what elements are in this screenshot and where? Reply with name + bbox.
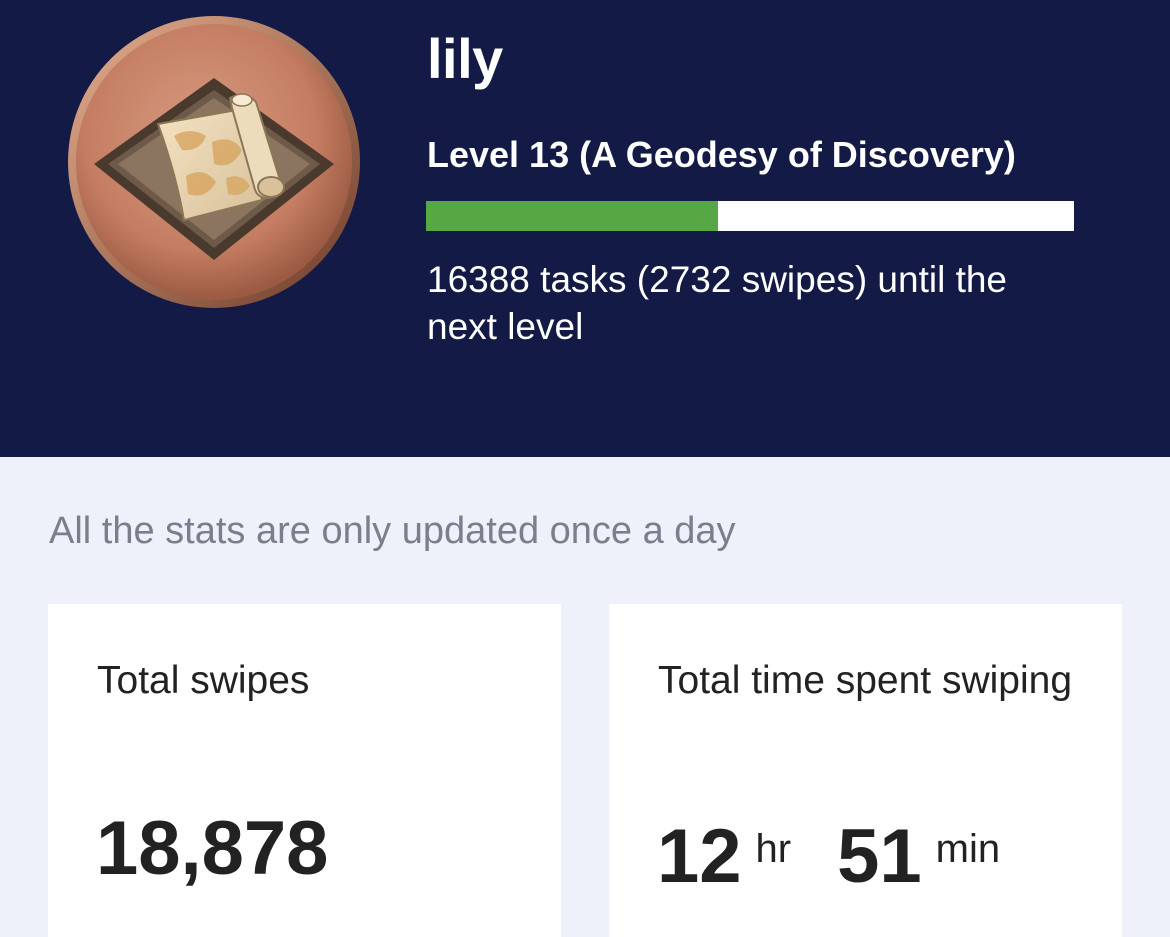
stats-update-notice: All the stats are only updated once a da… (49, 510, 736, 552)
time-hours: 12 (657, 814, 742, 899)
next-level-text: 16388 tasks (2732 swipes) until the next… (427, 259, 1008, 347)
stats-page: lily Level 13 (A Geodesy of Discovery) 1… (0, 0, 1170, 937)
total-swipes-card: Total swipes 18,878 (48, 604, 561, 937)
time-hours-unit: hr (755, 827, 792, 871)
total-time-card: Total time spent swiping 12 hr 51 min (609, 604, 1122, 937)
time-minutes: 51 (837, 814, 922, 899)
map-scroll-icon (68, 16, 360, 308)
username: lily (427, 27, 503, 90)
profile-header: lily Level 13 (A Geodesy of Discovery) 1… (0, 0, 1170, 457)
level-progress-fill (426, 201, 718, 231)
total-swipes-label: Total swipes (97, 659, 310, 702)
level-title: Level 13 (A Geodesy of Discovery) (427, 134, 1016, 175)
total-swipes-value: 18,878 (96, 806, 329, 891)
total-time-value: 12 hr 51 min (657, 804, 1000, 923)
total-time-label: Total time spent swiping (658, 659, 1073, 702)
time-minutes-unit: min (935, 827, 1001, 871)
level-progress-bar (426, 201, 1074, 231)
